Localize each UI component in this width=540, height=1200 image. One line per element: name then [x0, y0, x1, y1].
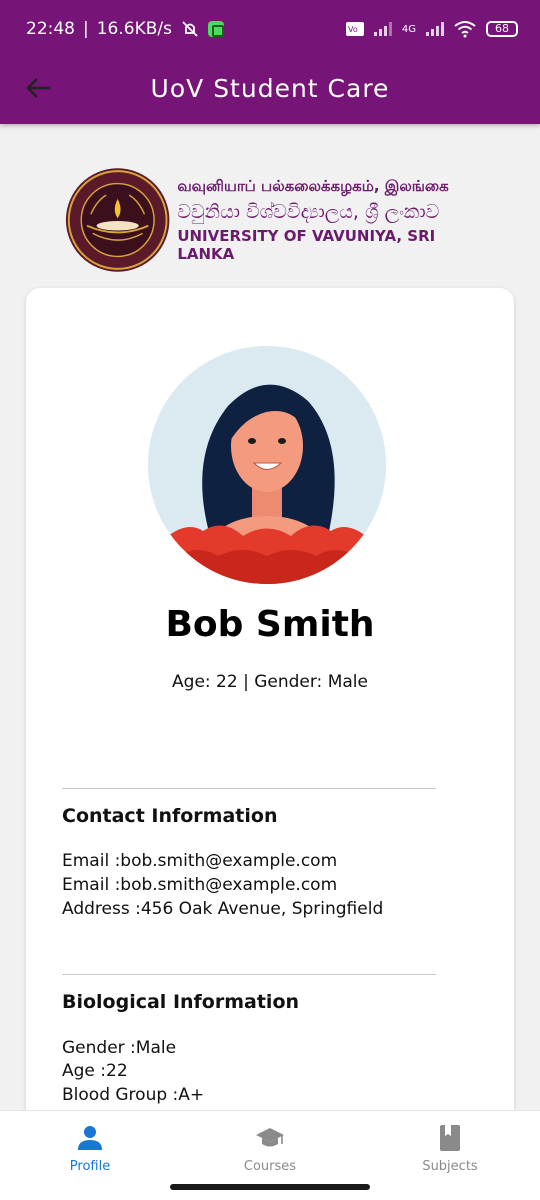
signal-icon-1 — [373, 22, 392, 36]
svg-text:Vo: Vo — [348, 25, 358, 34]
graduation-cap-icon — [256, 1128, 284, 1147]
status-time: 22:48 — [26, 19, 75, 39]
avatar — [148, 346, 386, 584]
contact-line: Address :456 Oak Avenue, Springfield — [62, 899, 384, 919]
student-age-gender: Age: 22 | Gender: Male — [172, 672, 368, 692]
wifi-icon — [454, 21, 476, 38]
biological-line: Age :22 — [62, 1061, 128, 1081]
university-seal-logo — [65, 168, 170, 272]
back-arrow-icon[interactable] — [24, 72, 56, 104]
app-notification-icon — [207, 21, 224, 37]
book-icon — [440, 1125, 460, 1151]
battery-indicator: 68 — [486, 21, 518, 37]
university-name-sinhala: වවුනියා විශ්වවිද්‍යාලය, ශ්‍රී ලංකාව — [177, 201, 440, 223]
biological-line: Blood Group :A+ — [62, 1085, 205, 1105]
mute-icon — [182, 21, 198, 37]
university-name: வவுனியாப் பல்கலைக்கழகம், இலங்கை වවුනියා … — [177, 177, 484, 263]
divider — [62, 974, 436, 975]
nav-profile-label: Profile — [69, 1159, 111, 1174]
university-banner: வவுனியாப் பல்கலைக்கழகம், இலங்கை වවුනියා … — [64, 164, 484, 276]
status-net-speed: 16.6KB/s — [96, 19, 172, 39]
contact-line: Email :bob.smith@example.com — [62, 851, 338, 871]
biological-line: Gender :Male — [62, 1038, 177, 1058]
university-name-tamil: வவுனியாப் பல்கலைக்கழகம், இலங்கை — [177, 177, 449, 195]
divider — [62, 788, 436, 789]
top-header: 22:48 | 16.6KB/s Vo 4G 68 UoV Student Ca… — [0, 0, 540, 124]
nav-courses-label: Courses — [243, 1159, 297, 1174]
page-title: UoV Student Care — [150, 73, 390, 103]
contact-line: Email :bob.smith@example.com — [62, 875, 338, 895]
nav-courses[interactable]: Courses — [180, 1123, 360, 1183]
nav-profile[interactable]: Profile — [0, 1123, 180, 1183]
home-indicator[interactable] — [170, 1184, 370, 1190]
volte-icon: Vo — [345, 22, 364, 36]
contact-section-title: Contact Information — [62, 805, 278, 827]
university-name-english: UNIVERSITY OF VAVUNIYA, SRI LANKA — [177, 227, 436, 263]
person-icon — [78, 1126, 102, 1150]
nav-subjects[interactable]: Subjects — [360, 1123, 540, 1183]
network-type: 4G — [401, 23, 416, 35]
student-name: Bob Smith — [165, 604, 375, 645]
nav-subjects-label: Subjects — [422, 1159, 478, 1174]
app-bar: UoV Student Care — [0, 58, 540, 124]
status-bar: 22:48 | 16.6KB/s Vo 4G 68 — [0, 0, 540, 58]
biological-section-title: Biological Information — [62, 991, 300, 1013]
profile-card: Bob Smith Age: 22 | Gender: Male Contact… — [26, 288, 514, 1128]
signal-icon-2 — [426, 22, 444, 36]
